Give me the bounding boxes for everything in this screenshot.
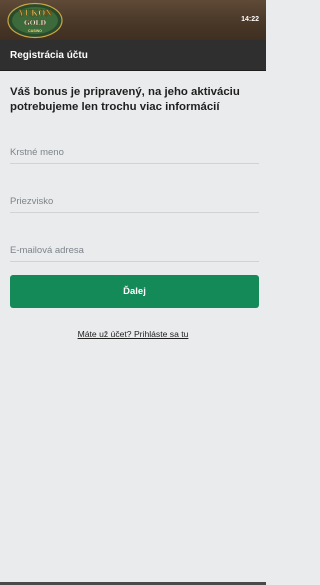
top-bar: YUKON GOLD CASINO 14:22 xyxy=(0,0,266,40)
login-link[interactable]: Máte už účet? Prihláste sa tu xyxy=(0,329,266,339)
page-header: Registrácia účtu xyxy=(0,40,266,71)
next-button[interactable]: Ďalej xyxy=(10,275,259,308)
last-name-field[interactable] xyxy=(10,190,259,213)
email-field[interactable] xyxy=(10,239,259,262)
yukon-gold-logo[interactable]: YUKON GOLD CASINO xyxy=(6,2,64,39)
first-name-input[interactable] xyxy=(10,141,259,163)
status-time: 14:22 xyxy=(241,16,259,23)
intro-text: Váš bonus je pripravený, na jeho aktivác… xyxy=(10,86,240,113)
email-input[interactable] xyxy=(10,239,259,261)
logo-text-middle: GOLD xyxy=(24,18,47,27)
last-name-input[interactable] xyxy=(10,190,259,212)
first-name-field[interactable] xyxy=(10,141,259,164)
logo-text-bottom: CASINO xyxy=(28,29,42,33)
logo-text-top: YUKON xyxy=(18,8,52,18)
page-title: Registrácia účtu xyxy=(10,50,88,61)
